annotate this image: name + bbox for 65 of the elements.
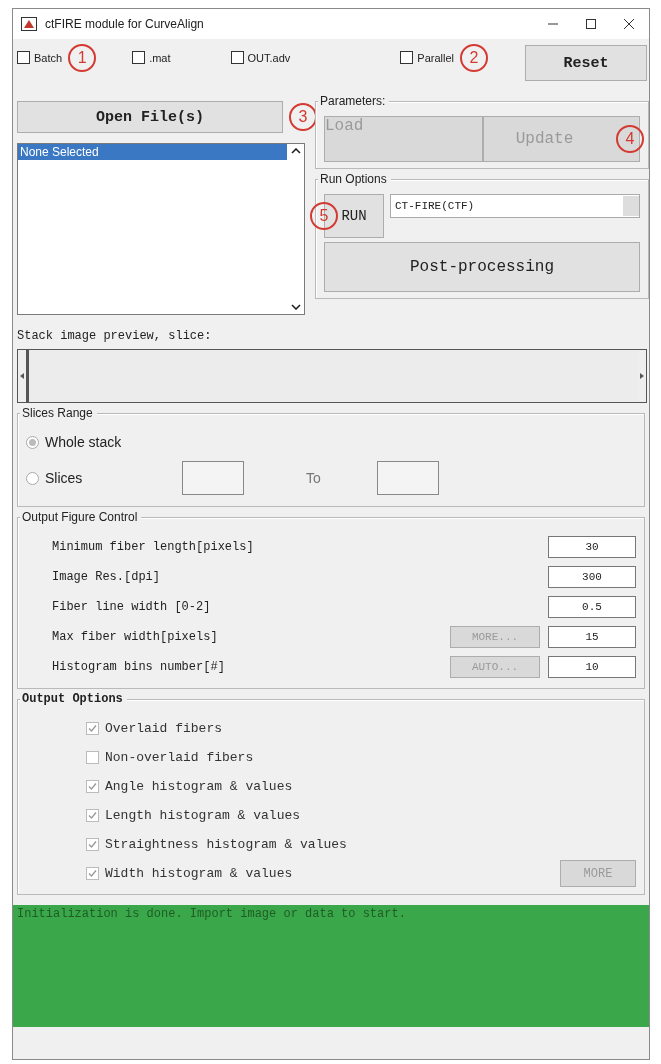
value-field[interactable]: 0.5 <box>548 596 636 618</box>
output-figure-control-label: Output Figure Control <box>20 510 142 524</box>
parameters-label: Parameters: <box>318 94 390 108</box>
callout-number: 1 <box>68 43 97 72</box>
callout-number: 2 <box>460 43 489 72</box>
checkbox[interactable] <box>86 838 99 851</box>
checkbox[interactable] <box>86 867 99 880</box>
scroll-down-icon[interactable] <box>290 304 301 310</box>
checkbox-label: Overlaid fibers <box>105 721 223 736</box>
slice-start-field[interactable] <box>182 461 244 495</box>
list-item[interactable]: None Selected <box>18 144 287 160</box>
open-files-button[interactable]: Open File(s) <box>17 101 283 133</box>
scroll-up-icon[interactable] <box>290 148 301 154</box>
left-arrow-icon[interactable] <box>18 372 26 380</box>
stack-preview-label: Stack image preview, slice: <box>17 329 213 343</box>
value-field[interactable]: 30 <box>548 536 636 558</box>
window-title: ctFIRE module for CurveAlign <box>45 17 205 31</box>
callout-number: 3 <box>289 103 317 131</box>
checkbox-label: Length histogram & values <box>105 808 301 823</box>
checkbox[interactable] <box>132 51 146 64</box>
checkbox-label: Width histogram & values <box>105 866 293 881</box>
to-label: To <box>306 470 321 486</box>
radio-button[interactable] <box>26 471 39 485</box>
checkbox-label: .mat <box>149 51 171 64</box>
file-list[interactable]: None Selected <box>17 143 305 315</box>
status-message: Initialization is done. Import image or data to start. <box>13 905 649 1027</box>
value-field[interactable]: 15 <box>548 626 636 648</box>
run-options-label: Run Options <box>318 172 391 186</box>
value-field[interactable]: 10 <box>548 656 636 678</box>
checkbox-label: OUT.adv <box>247 51 291 64</box>
close-icon[interactable] <box>623 18 635 30</box>
parameter-label: Fiber line width [0-2] <box>52 600 212 614</box>
output-options-label: Output Options <box>20 692 127 706</box>
checkbox[interactable] <box>86 809 99 822</box>
slice-end-field[interactable] <box>376 461 439 495</box>
app-icon <box>21 17 37 31</box>
slider-thumb[interactable] <box>26 350 29 402</box>
slices-range-label: Slices Range <box>20 406 97 420</box>
parameter-label: Max fiber width[pixels] <box>52 630 219 644</box>
right-arrow-icon[interactable] <box>638 372 646 380</box>
reset-button[interactable]: Reset <box>525 45 647 81</box>
radio-label: Whole stack <box>45 434 122 450</box>
checkbox[interactable] <box>86 780 99 793</box>
callout-number: 4 <box>616 125 644 153</box>
parameter-label: Minimum fiber length[pixels] <box>52 540 255 554</box>
radio-button[interactable] <box>26 435 39 449</box>
checkbox-label: Parallel <box>417 51 455 64</box>
mode-dropdown[interactable]: CT-FIRE(CTF) <box>390 194 640 218</box>
checkbox-label: Batch <box>34 51 63 64</box>
parameter-label: Histogram bins number[#] <box>52 660 226 674</box>
checkbox[interactable] <box>230 51 244 64</box>
checkbox[interactable] <box>86 751 99 764</box>
checkbox-label: Straightness histogram & values <box>105 837 347 852</box>
post-processing-button[interactable]: Post-processing <box>324 242 640 292</box>
checkbox[interactable] <box>86 722 99 735</box>
checkbox[interactable] <box>400 51 414 64</box>
parameter-label: Image Res.[dpi] <box>52 570 162 584</box>
value-field[interactable]: 300 <box>548 566 636 588</box>
maximize-icon[interactable] <box>585 18 597 30</box>
radio-label: Slices <box>45 470 83 486</box>
callout-number: 5 <box>310 202 338 230</box>
checkbox-label: Non-overlaid fibers <box>105 750 254 765</box>
slice-slider[interactable] <box>17 349 647 403</box>
checkbox[interactable] <box>17 51 30 64</box>
checkbox-label: Angle histogram & values <box>105 779 293 794</box>
